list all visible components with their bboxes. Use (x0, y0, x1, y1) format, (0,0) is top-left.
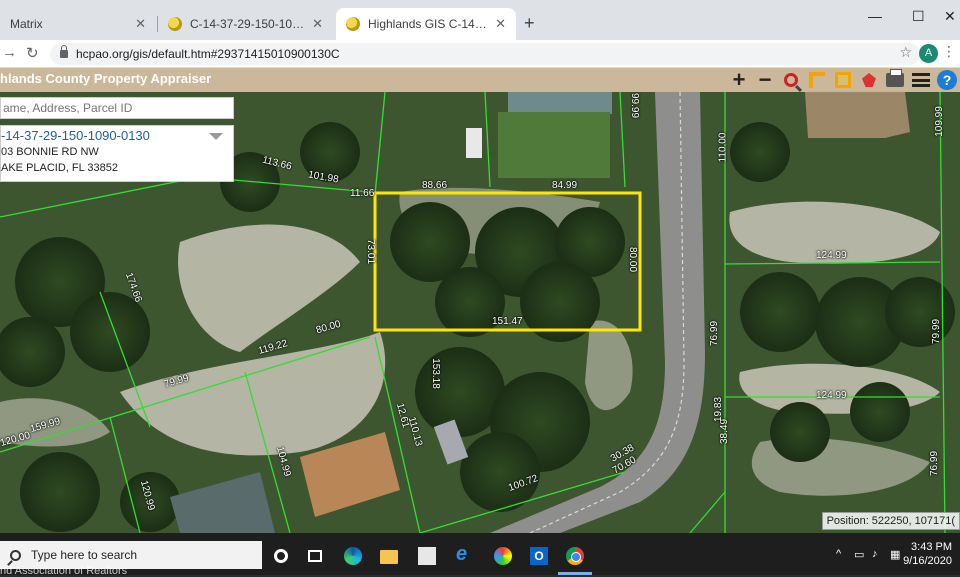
address-bar[interactable]: hcpao.org/gis/default.htm#29371415010900… (50, 43, 920, 65)
plus-icon: + (732, 67, 746, 92)
zoom-out-button[interactable]: − (752, 68, 778, 92)
clock-date: 9/16/2020 (903, 555, 952, 567)
dimension-label: 124.99 (816, 390, 847, 401)
url-text: hcpao.org/gis/default.htm#29371415010900… (76, 47, 340, 61)
map-toolbar: + − ? (726, 68, 960, 92)
parcel-id-link[interactable]: -14-37-29-150-1090-0130 (1, 128, 233, 143)
tab-title: Highlands GIS C-14-37-29-150-1 (368, 17, 487, 31)
chevron-up-icon[interactable]: ^ (836, 548, 841, 560)
tab-title: C-14-37-29-150-1090-0130 - Hig (190, 17, 304, 31)
close-icon[interactable]: ✕ (135, 16, 146, 32)
pin-icon (862, 73, 876, 87)
house-roof (508, 92, 612, 114)
search-icon (10, 549, 21, 561)
paint-icon[interactable] (494, 547, 512, 565)
app-header: hlands County Property Appraiser + − ? (0, 68, 960, 92)
dimension-label: 110.00 (717, 132, 729, 163)
browser-menu-icon[interactable]: ⋮ (942, 43, 956, 60)
forward-arrow-icon[interactable]: → (2, 44, 17, 61)
dimension-label: 88.66 (422, 180, 448, 191)
tab-matrix[interactable]: Matrix ✕ (0, 8, 156, 40)
reload-icon[interactable]: ↻ (26, 44, 39, 62)
menu-button[interactable] (908, 68, 934, 92)
browser-toolbar: → ↻ hcpao.org/gis/default.htm#2937141501… (0, 40, 960, 68)
dimension-label: 99.99 (629, 92, 641, 119)
dimension-label: 151.47 (492, 316, 523, 327)
lawn (498, 112, 610, 178)
dimension-label: 11.66 (350, 188, 375, 199)
tab-title: Matrix (10, 17, 43, 31)
select-button[interactable] (830, 68, 856, 92)
hamburger-icon (912, 73, 930, 87)
task-view-icon[interactable] (308, 550, 322, 562)
identify-button[interactable] (856, 68, 882, 92)
dimension-label: 19.83 (713, 396, 725, 423)
aerial-map[interactable]: 113.66 101.98 11.66 88.66 84.99 99.99 11… (0, 92, 960, 533)
keyboard-icon[interactable]: ▦ (890, 548, 900, 561)
window-close-icon[interactable]: ✕ (944, 8, 956, 25)
app-title: hlands County Property Appraiser (0, 71, 212, 86)
profile-avatar[interactable]: A (919, 44, 938, 63)
clock-time: 3:43 PM (911, 541, 952, 553)
system-clock[interactable]: 3:43 PM 9/16/2020 (903, 540, 952, 568)
address-line-2: AKE PLACID, FL 33852 (1, 162, 118, 174)
house-roof (805, 92, 910, 138)
printer-icon (886, 69, 904, 87)
close-icon[interactable]: ✕ (495, 16, 506, 32)
dimension-label: 73.01 (365, 238, 377, 265)
zoom-in-button[interactable]: + (726, 68, 752, 92)
select-box-icon (835, 72, 851, 88)
search-result-card[interactable]: -14-37-29-150-1090-0130 03 BONNIE RD NW … (0, 125, 234, 182)
outlook-icon[interactable]: O (530, 547, 548, 565)
chrome-icon[interactable] (566, 547, 584, 565)
help-icon: ? (937, 70, 957, 90)
close-icon[interactable]: ✕ (312, 16, 323, 32)
magnifier-icon (784, 73, 798, 87)
dimension-label: 124.99 (816, 250, 847, 261)
dimension-label: 38.49 (719, 418, 731, 445)
ruler-icon (809, 72, 825, 88)
dimension-label: 80.00 (627, 246, 639, 273)
dimension-label: 109.99 (933, 106, 945, 137)
dimension-label: 79.99 (931, 318, 943, 345)
minimize-icon[interactable]: — (868, 8, 882, 24)
address-line-1: 03 BONNIE RD NW (1, 146, 99, 158)
windows-taskbar: Type here to search nd Association of Re… (0, 533, 960, 577)
position-readout: Position: 522250, 107171( (821, 512, 960, 530)
dimension-label: 84.99 (552, 180, 578, 191)
bookmark-star-icon[interactable]: ☆ (899, 44, 912, 61)
edge-icon[interactable] (344, 547, 362, 565)
zoom-rectangle-button[interactable] (778, 68, 804, 92)
dimension-label: 76.99 (709, 320, 721, 347)
volume-icon[interactable]: ♪ (872, 548, 878, 560)
minus-icon: − (758, 67, 772, 92)
county-seal-icon (346, 17, 360, 31)
chevron-down-icon[interactable] (209, 133, 223, 140)
print-button[interactable] (882, 68, 908, 92)
help-button[interactable]: ? (934, 68, 960, 92)
internet-explorer-icon[interactable]: e (456, 543, 467, 566)
search-input[interactable] (0, 97, 234, 119)
new-tab-plus-icon[interactable]: + (524, 14, 535, 32)
cortana-icon[interactable] (274, 549, 288, 563)
county-seal-icon (168, 17, 182, 31)
lock-icon (60, 45, 68, 58)
taskbar-search-text: Type here to search (31, 548, 138, 562)
file-explorer-icon[interactable] (380, 550, 398, 564)
vehicle (466, 128, 482, 158)
tab-gis-active[interactable]: Highlands GIS C-14-37-29-150-1 ✕ (336, 8, 516, 40)
store-icon[interactable] (418, 547, 436, 565)
measure-button[interactable] (804, 68, 830, 92)
photo-watermark: nd Association of Realtors (0, 565, 128, 577)
browser-tab-strip: Matrix ✕ C-14-37-29-150-1090-0130 - Hig … (0, 0, 960, 40)
dimension-label: 153.18 (429, 358, 441, 389)
tab-parcel-record[interactable]: C-14-37-29-150-1090-0130 - Hig ✕ (158, 8, 333, 40)
battery-icon[interactable]: ▭ (854, 548, 864, 561)
dimension-label: 76.99 (929, 450, 941, 477)
maximize-icon[interactable]: ☐ (912, 8, 925, 25)
